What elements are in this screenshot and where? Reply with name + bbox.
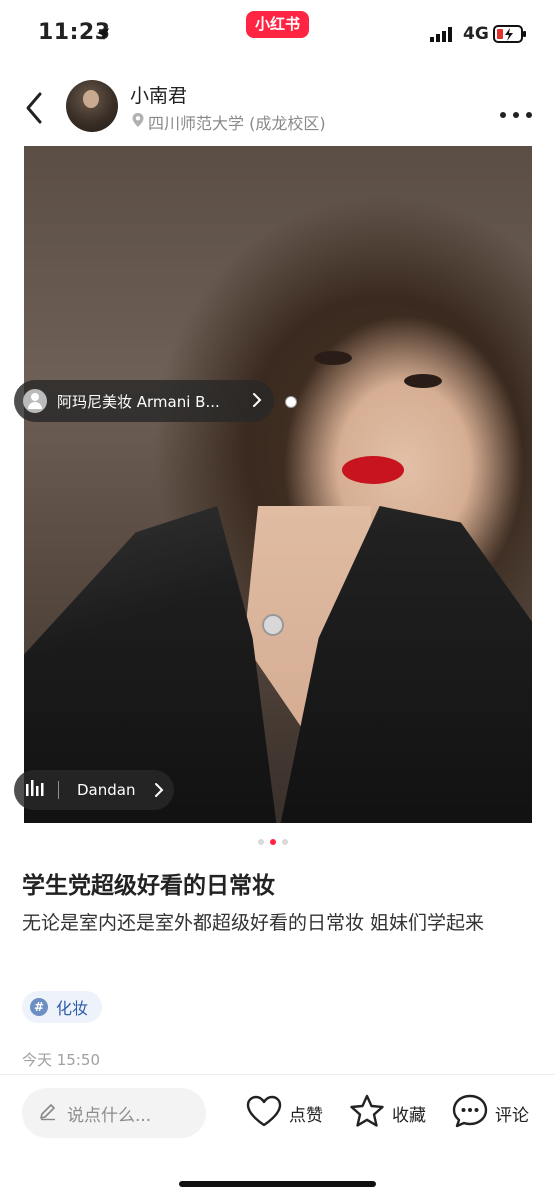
hashtag-chip[interactable]: # 化妆 — [22, 991, 103, 1023]
photo-subject-eye-right — [404, 374, 442, 388]
like-button[interactable]: 点赞 — [245, 1094, 323, 1132]
music-title: Dandan — [77, 781, 136, 799]
tag-anchor-dot — [285, 396, 297, 408]
hashtag-label: 化妆 — [56, 999, 89, 1018]
photo-subject-lips — [342, 456, 404, 484]
chevron-right-icon — [154, 782, 164, 802]
user-icon — [23, 389, 47, 413]
comment-button[interactable]: 评论 — [451, 1094, 529, 1132]
battery-icon — [493, 24, 527, 48]
pencil-icon — [38, 1101, 58, 1125]
collect-button[interactable]: 收藏 — [348, 1094, 426, 1132]
pager-dot — [282, 839, 288, 845]
author-name[interactable]: 小南君 — [130, 81, 187, 108]
back-button[interactable] — [22, 90, 48, 126]
more-options-button[interactable] — [499, 104, 533, 123]
status-bar: 11:23 小红书 4G — [0, 0, 555, 70]
audio-bars-icon — [26, 780, 46, 800]
collect-label: 收藏 — [392, 1105, 426, 1126]
photo-subject-eye-left — [314, 351, 352, 365]
location-row[interactable]: 四川师范大学 (成龙校区) — [131, 110, 326, 134]
pager-dot-active — [270, 839, 276, 845]
map-pin-icon — [131, 112, 145, 132]
heart-icon — [245, 1094, 283, 1132]
app-brand-badge: 小红书 — [246, 11, 309, 38]
hashtag-icon: # — [30, 998, 48, 1016]
photo-pager — [258, 839, 288, 845]
comment-input[interactable]: 说点什么... — [22, 1088, 206, 1138]
bottom-divider — [0, 1074, 555, 1075]
note-title: 学生党超级好看的日常妆 — [22, 873, 275, 899]
star-icon — [348, 1093, 386, 1133]
location-text: 四川师范大学 (成龙校区) — [148, 114, 326, 133]
note-description: 无论是室内还是室外都超级好看的日常妆 姐妹们学起来 — [22, 912, 485, 934]
signal-icon — [430, 26, 456, 46]
speech-bubble-icon — [451, 1093, 489, 1133]
home-indicator[interactable] — [179, 1181, 376, 1187]
author-avatar[interactable] — [66, 80, 118, 132]
comment-label: 评论 — [495, 1105, 529, 1126]
location-arrow-icon — [96, 26, 110, 45]
music-tag[interactable]: Dandan — [14, 770, 174, 810]
note-photo[interactable] — [24, 146, 532, 823]
music-divider — [58, 781, 59, 799]
product-tag[interactable]: 阿玛尼美妆 Armani B... — [14, 380, 274, 422]
note-header: 小南君 四川师范大学 (成龙校区) — [0, 70, 555, 146]
post-time: 今天 15:50 — [22, 1051, 100, 1069]
photo-subject-pendant — [262, 614, 284, 636]
chevron-right-icon — [252, 392, 262, 412]
pager-dot — [258, 839, 264, 845]
like-label: 点赞 — [289, 1105, 323, 1126]
comment-placeholder: 说点什么... — [67, 1105, 152, 1126]
network-label: 4G — [463, 24, 489, 44]
product-tag-label: 阿玛尼美妆 Armani B... — [57, 392, 220, 411]
